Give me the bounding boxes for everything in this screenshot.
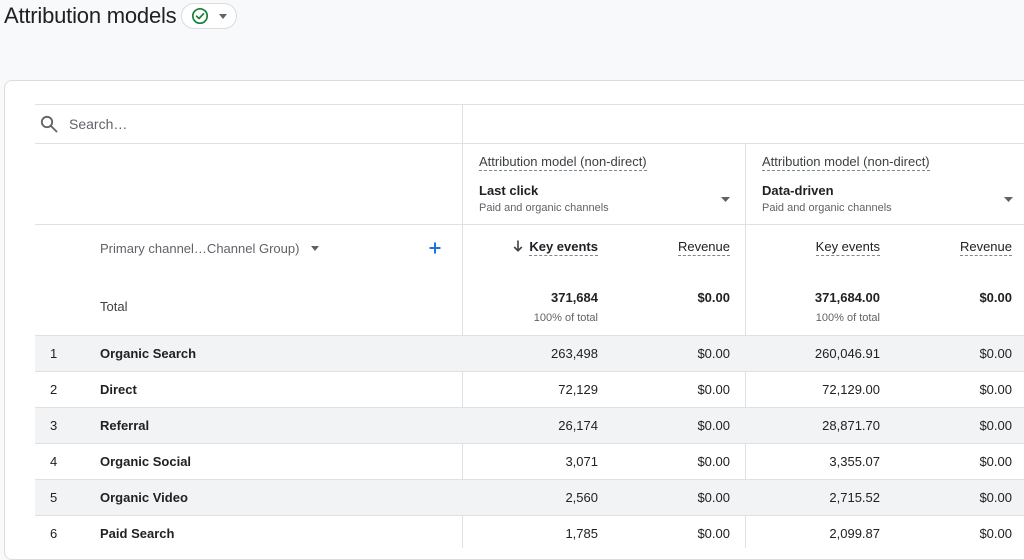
key-events-2: 3,355.07 — [829, 454, 880, 469]
row-index: 5 — [50, 490, 58, 505]
revenue-1: $0.00 — [697, 346, 730, 361]
page-title: Attribution models — [4, 3, 177, 28]
model-name: Data-driven — [762, 183, 834, 198]
attribution-model-selector-1[interactable]: Attribution model (non-direct) Last clic… — [463, 144, 745, 224]
check-circle-icon — [191, 7, 208, 25]
column-header-revenue-2[interactable]: Revenue — [890, 238, 1012, 256]
total-key-events-1: 371,684 — [551, 290, 598, 305]
dimension-label: Primary channel…Channel Group) — [100, 241, 300, 256]
total-percent-1: 100% of total — [533, 312, 598, 324]
channel-name: Paid Search — [100, 526, 175, 541]
revenue-1: $0.00 — [697, 454, 730, 469]
revenue-1: $0.00 — [697, 490, 730, 505]
total-revenue-1: $0.00 — [697, 290, 730, 305]
revenue-2: $0.00 — [979, 454, 1012, 469]
channel-name: Organic Video — [100, 490, 188, 505]
column-header-label: Key events — [815, 239, 880, 256]
key-events-2: 260,046.91 — [814, 346, 880, 361]
arrow-down-icon — [513, 240, 523, 252]
revenue-2: $0.00 — [979, 418, 1012, 433]
key-events-1: 263,498 — [551, 346, 598, 361]
key-events-2: 2,099.87 — [829, 526, 880, 541]
caret-down-icon — [218, 13, 227, 19]
column-header-key-events-1[interactable]: Key events — [480, 238, 598, 256]
row-index: 2 — [50, 382, 58, 397]
key-events-2: 2,715.52 — [829, 490, 880, 505]
table-row[interactable]: 1 Organic Search 263,498 $0.00 260,046.9… — [35, 335, 1024, 372]
table-row[interactable]: 5 Organic Video 2,560 $0.00 2,715.52 $0.… — [35, 479, 1024, 516]
column-header-revenue-1[interactable]: Revenue — [610, 238, 730, 256]
model-subtitle: Paid and organic channels — [762, 202, 892, 214]
model-heading: Attribution model (non-direct) — [479, 154, 647, 171]
attribution-model-selector-2[interactable]: Attribution model (non-direct) Data-driv… — [746, 144, 1024, 224]
key-events-2: 72,129.00 — [822, 382, 880, 397]
total-key-events-2: 371,684.00 — [814, 290, 880, 305]
channel-name: Referral — [100, 418, 150, 433]
page-header: Attribution models — [4, 2, 237, 30]
add-dimension-icon[interactable] — [429, 242, 441, 254]
key-events-2: 28,871.70 — [822, 418, 880, 433]
key-events-1: 1,785 — [565, 526, 598, 541]
model-name: Last click — [479, 183, 539, 198]
table-row[interactable]: 4 Organic Social 3,071 $0.00 3,355.07 $0… — [35, 443, 1024, 480]
column-header-key-events-2[interactable]: Key events — [760, 238, 880, 256]
column-header-label: Revenue — [677, 239, 730, 256]
column-header-label: Key events — [529, 239, 598, 256]
caret-down-icon — [721, 197, 730, 202]
channel-name: Organic Social — [100, 454, 192, 469]
total-revenue-2: $0.00 — [979, 290, 1012, 305]
revenue-2: $0.00 — [979, 382, 1012, 397]
revenue-2: $0.00 — [979, 490, 1012, 505]
revenue-1: $0.00 — [697, 382, 730, 397]
table-row[interactable]: 6 Paid Search 1,785 $0.00 2,099.87 $0.00 — [35, 515, 1024, 552]
channel-name: Direct — [100, 382, 137, 397]
channel-name: Organic Search — [100, 346, 197, 361]
search-input[interactable]: Search… — [69, 116, 127, 132]
row-index: 1 — [50, 346, 58, 361]
total-label: Total — [100, 299, 128, 314]
total-percent-2: 100% of total — [815, 312, 880, 324]
dimension-selector[interactable]: Primary channel…Channel Group) — [100, 241, 320, 256]
revenue-2: $0.00 — [979, 346, 1012, 361]
revenue-1: $0.00 — [697, 526, 730, 541]
caret-down-icon — [311, 246, 320, 251]
search-icon — [40, 115, 58, 133]
table-row[interactable]: 2 Direct 72,129 $0.00 72,129.00 $0.00 — [35, 371, 1024, 408]
revenue-2: $0.00 — [979, 526, 1012, 541]
key-events-1: 26,174 — [558, 418, 598, 433]
table-row[interactable]: 3 Referral 26,174 $0.00 28,871.70 $0.00 — [35, 407, 1024, 444]
row-index: 6 — [50, 526, 58, 541]
column-header-label: Revenue — [959, 239, 1012, 256]
key-events-1: 2,560 — [565, 490, 598, 505]
model-heading: Attribution model (non-direct) — [762, 154, 930, 171]
model-subtitle: Paid and organic channels — [479, 202, 609, 214]
caret-down-icon — [1004, 197, 1013, 202]
key-events-1: 72,129 — [558, 382, 598, 397]
status-chip[interactable] — [180, 3, 237, 29]
divider — [35, 224, 1024, 225]
key-events-1: 3,071 — [565, 454, 598, 469]
revenue-1: $0.00 — [697, 418, 730, 433]
row-index: 3 — [50, 418, 58, 433]
search-bar[interactable]: Search… — [35, 105, 462, 143]
row-index: 4 — [50, 454, 58, 469]
